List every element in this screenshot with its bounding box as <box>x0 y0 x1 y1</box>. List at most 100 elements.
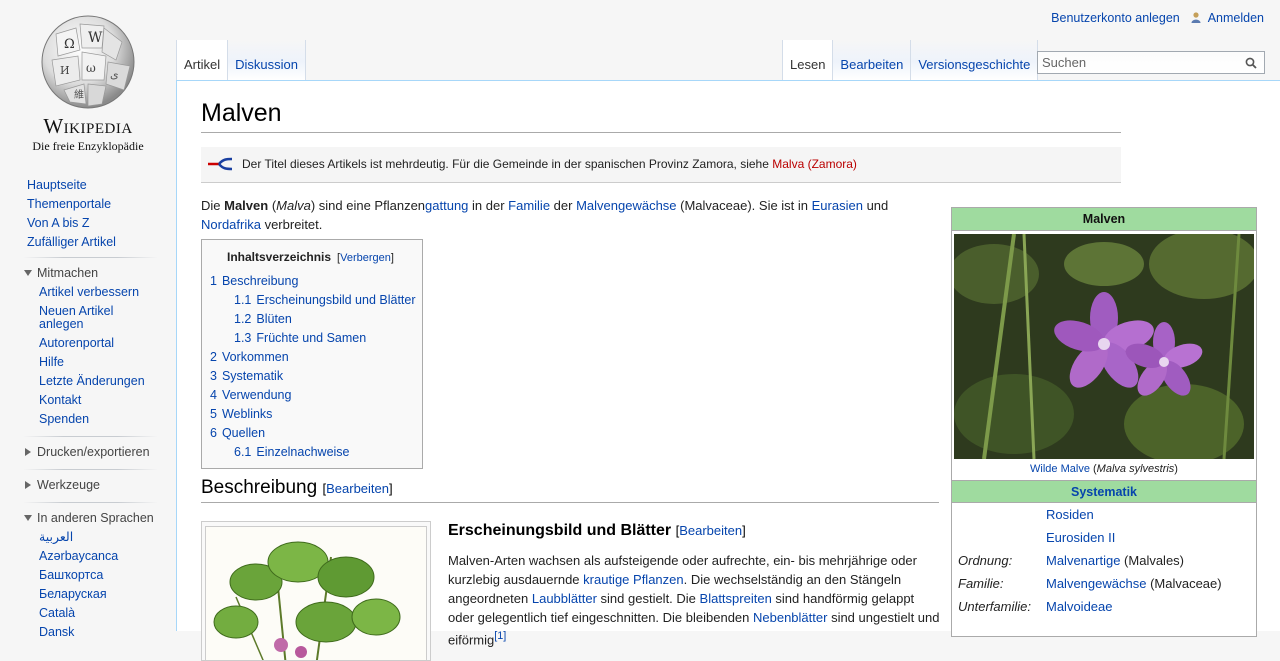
toc-number: 1.3 <box>234 331 252 345</box>
plant-illustration-thumb[interactable] <box>201 521 431 661</box>
sidebar: Hauptseite Themenportale Von A bis Z Zuf… <box>0 176 176 642</box>
toc-item[interactable]: 3 Systematik <box>210 367 416 386</box>
link-laubblaetter[interactable]: Laubblätter <box>532 591 597 606</box>
toc-item[interactable]: 1.3 Früchte und Samen <box>210 329 416 348</box>
toc-link[interactable]: Einzelnachweise <box>256 445 349 459</box>
taxon-link[interactable]: Malvoideae <box>1046 599 1113 614</box>
lang-az[interactable]: Azərbaycanca <box>39 549 118 563</box>
toc-item[interactable]: 5 Weblinks <box>210 405 416 424</box>
lang-da[interactable]: Dansk <box>39 625 74 639</box>
puzzle-globe-icon: Ω W И ω ی 維 <box>41 15 135 109</box>
link-blattspreiten[interactable]: Blattspreiten <box>700 591 772 606</box>
nav-spenden[interactable]: Spenden <box>39 412 89 426</box>
portal-print-toggle[interactable]: Drucken/exportieren <box>0 443 176 462</box>
infobox-image[interactable] <box>954 234 1254 459</box>
nav-themenportale[interactable]: Themenportale <box>27 197 111 211</box>
caption-link[interactable]: Wilde Malve <box>1030 463 1090 475</box>
svg-text:W: W <box>88 30 103 46</box>
taxon: Eurosiden II <box>1046 526 1115 549</box>
text: (Malvaceae). Sie ist in <box>676 198 812 213</box>
link-nebenblaetter[interactable]: Nebenblätter <box>753 610 827 625</box>
search-icon[interactable] <box>1245 57 1257 69</box>
tab-artikel[interactable]: Artikel <box>176 40 229 80</box>
link-nordafrika[interactable]: Nordafrika <box>201 217 261 232</box>
portal-mitmachen-toggle[interactable]: Mitmachen <box>0 264 176 283</box>
svg-text:И: И <box>60 64 70 77</box>
svg-text:ی: ی <box>110 68 119 81</box>
nav-zufaelliger-artikel[interactable]: Zufälliger Artikel <box>27 235 116 249</box>
personal-tools: Benutzerkonto anlegen Anmelden <box>1045 11 1264 25</box>
link-krautige-pflanzen[interactable]: krautige Pflanzen <box>583 572 683 587</box>
toc-link[interactable]: Beschreibung <box>222 274 298 288</box>
toc-item[interactable]: 6.1 Einzelnachweise <box>210 443 416 462</box>
toc-link[interactable]: Systematik <box>222 369 283 383</box>
nav-autorenportal[interactable]: Autorenportal <box>39 336 114 350</box>
toc-number: 1.1 <box>234 293 252 307</box>
sidebar-item: Artikel verbessern <box>0 283 176 302</box>
link-familie[interactable]: Familie <box>508 198 550 213</box>
portal-languages-toggle[interactable]: In anderen Sprachen <box>0 509 176 528</box>
rank: Unterfamilie: <box>958 599 1031 614</box>
login-link[interactable]: Anmelden <box>1208 11 1264 25</box>
nav-a-bis-z[interactable]: Von A bis Z <box>27 216 90 230</box>
lang-be[interactable]: Беларуская <box>39 587 107 601</box>
toc-link[interactable]: Quellen <box>222 426 265 440</box>
nav-neuen-artikel[interactable]: Neuen Artikel anlegen <box>39 305 129 331</box>
create-account-link[interactable]: Benutzerkonto anlegen <box>1051 11 1180 25</box>
toc-link[interactable]: Verwendung <box>222 388 292 402</box>
tab-label[interactable]: Diskussion <box>235 57 298 72</box>
edit-section-link[interactable]: Bearbeiten <box>326 481 389 496</box>
nav-hauptseite[interactable]: Hauptseite <box>27 178 87 192</box>
nav-kontakt[interactable]: Kontakt <box>39 393 81 407</box>
wikipedia-tagline: Die freie Enzyklopädie <box>32 139 144 153</box>
lang-ba[interactable]: Башҡортса <box>39 568 103 582</box>
toc-item[interactable]: 1.1 Erscheinungsbild und Blätter <box>210 291 416 310</box>
link-gattung[interactable]: gattung <box>425 198 468 213</box>
reference-link[interactable]: [1] <box>494 630 506 642</box>
taxon-link[interactable]: Eurosiden II <box>1046 530 1115 545</box>
lang-ar[interactable]: العربية <box>39 530 73 544</box>
taxon-link[interactable]: Malvenartige <box>1046 553 1120 568</box>
plant-illustration <box>205 526 427 660</box>
tab-lesen[interactable]: Lesen <box>782 40 834 80</box>
nav-artikel-verbessern[interactable]: Artikel verbessern <box>39 285 139 299</box>
toc-item[interactable]: 6 Quellen <box>210 424 416 443</box>
tab-bearbeiten[interactable]: Bearbeiten <box>833 40 912 80</box>
toc-item[interactable]: 4 Verwendung <box>210 386 416 405</box>
taxonomy-row: Eurosiden II <box>952 526 1256 549</box>
nav-hilfe[interactable]: Hilfe <box>39 355 64 369</box>
wikipedia-logo[interactable]: Ω W И ω ی 維 Wikipedia Die freie Enzyklop… <box>0 0 176 160</box>
taxon-link[interactable]: Rosiden <box>1046 507 1094 522</box>
svg-text:ω: ω <box>86 61 96 75</box>
taxonomy-row: Unterfamilie: Malvoideae <box>952 595 1256 618</box>
toc-item[interactable]: 1 Beschreibung <box>210 272 416 291</box>
search-input[interactable]: Suchen <box>1037 51 1265 74</box>
toc-link[interactable]: Vorkommen <box>222 350 289 364</box>
taxon-link[interactable]: Malvengewächse <box>1046 576 1146 591</box>
portal-tools-toggle[interactable]: Werkzeuge <box>0 476 176 495</box>
tab-label[interactable]: Versionsgeschichte <box>918 57 1030 72</box>
divider <box>23 469 158 470</box>
link-eurasien[interactable]: Eurasien <box>812 198 863 213</box>
edit-section-link[interactable]: Bearbeiten <box>679 523 742 538</box>
sidebar-item: Беларуская <box>0 585 176 604</box>
table-of-contents: Inhaltsverzeichnis [Verbergen] 1 Beschreib… <box>201 239 423 469</box>
toc-link[interactable]: Weblinks <box>222 407 272 421</box>
link-malvengewaechse[interactable]: Malvengewächse <box>576 198 676 213</box>
lang-ca[interactable]: Català <box>39 606 75 620</box>
toc-number: 1 <box>210 274 217 288</box>
toc-item[interactable]: 2 Vorkommen <box>210 348 416 367</box>
toc-link[interactable]: Blüten <box>256 312 291 326</box>
toc-hide-link[interactable]: Verbergen <box>340 252 391 264</box>
infobox-systematik-header[interactable]: Systematik <box>952 480 1256 503</box>
tab-label[interactable]: Bearbeiten <box>840 57 903 72</box>
redlink-malva-zamora[interactable]: Malva (Zamora) <box>772 157 857 171</box>
toc-item[interactable]: 1.2 Blüten <box>210 310 416 329</box>
tab-versionsgeschichte[interactable]: Versionsgeschichte <box>911 40 1039 80</box>
toc-link[interactable]: Erscheinungsbild und Blätter <box>256 293 415 307</box>
nav-letzte-aenderungen[interactable]: Letzte Änderungen <box>39 374 145 388</box>
toc-link[interactable]: Früchte und Samen <box>256 331 366 345</box>
tab-diskussion[interactable]: Diskussion <box>228 40 306 80</box>
sidebar-item: Башҡортса <box>0 566 176 585</box>
sidebar-item: Neuen Artikel anlegen <box>0 302 176 334</box>
